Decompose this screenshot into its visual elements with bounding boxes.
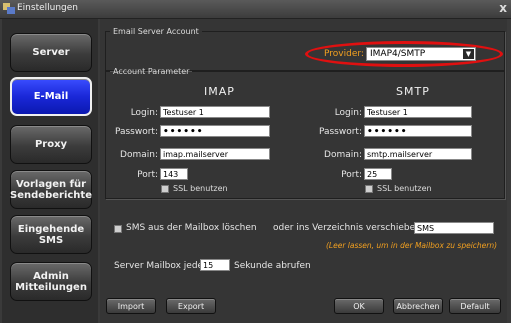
move-folder-label: oder ins Verzeichnis verschieben:: [273, 223, 424, 233]
import-button[interactable]: Import: [106, 298, 156, 314]
imap-heading: IMAP: [204, 85, 235, 98]
imap-port-label: Port:: [137, 170, 158, 180]
smtp-port-input[interactable]: 25: [364, 168, 392, 180]
title-bar: Einstellungen x: [0, 0, 511, 19]
provider-value: IMAP4/SMTP: [370, 49, 426, 59]
window-title: Einstellungen: [17, 3, 79, 13]
poll-interval-input[interactable]: 15: [200, 259, 230, 271]
imap-password-label: Passwort:: [114, 127, 158, 137]
sidebar-item-incoming-sms[interactable]: Eingehende SMS: [10, 215, 92, 254]
provider-select[interactable]: IMAP4/SMTP ▼: [366, 47, 476, 61]
imap-login-input[interactable]: Testuser 1: [160, 106, 270, 118]
imap-domain-input[interactable]: imap.mailserver: [160, 148, 270, 160]
smtp-password-input[interactable]: ••••••: [364, 125, 472, 137]
smtp-ssl-checkbox[interactable]: [365, 185, 373, 193]
sidebar-item-admin-messages[interactable]: Admin Mitteilungen: [10, 262, 92, 301]
sidebar-item-proxy[interactable]: Proxy: [10, 125, 92, 164]
sms-delete-checkbox[interactable]: [114, 225, 122, 233]
app-icon: [3, 3, 15, 14]
poll-prefix-label: Server Mailbox jede: [114, 261, 204, 271]
poll-suffix-label: Sekunde abrufen: [234, 261, 311, 271]
chevron-down-icon[interactable]: ▼: [463, 49, 474, 59]
smtp-ssl-label: SSL benutzen: [377, 184, 432, 193]
smtp-login-input[interactable]: Testuser 1: [364, 106, 472, 118]
email-server-legend: Email Server Account: [113, 27, 199, 36]
smtp-domain-label: Domain:: [324, 150, 362, 160]
sidebar-item-email[interactable]: E-Mail: [10, 77, 92, 116]
default-button[interactable]: Default: [449, 298, 501, 314]
smtp-password-label: Passwort:: [318, 127, 362, 137]
sidebar-item-server[interactable]: Server: [10, 33, 92, 72]
provider-label: Provider:: [324, 49, 364, 59]
close-icon[interactable]: x: [499, 1, 507, 15]
export-button[interactable]: Export: [166, 298, 216, 314]
settings-panel: Email Server Account Provider: IMAP4/SMT…: [100, 19, 507, 323]
sidebar-item-templates[interactable]: Vorlagen für Sendeberichte: [10, 170, 92, 209]
sms-delete-label: SMS aus der Mailbox löschen: [126, 223, 257, 233]
smtp-heading: SMTP: [396, 85, 430, 98]
smtp-login-label: Login:: [334, 108, 362, 118]
ok-button[interactable]: OK: [334, 298, 384, 314]
cancel-button[interactable]: Abbrechen: [393, 298, 443, 314]
smtp-port-label: Port:: [341, 170, 362, 180]
imap-login-label: Login:: [130, 108, 158, 118]
sidebar: Server E-Mail Proxy Vorlagen für Sendebe…: [2, 19, 98, 323]
imap-domain-label: Domain:: [120, 150, 158, 160]
account-parameter-legend: Account Parameter: [113, 67, 190, 76]
imap-ssl-label: SSL benutzen: [173, 184, 228, 193]
smtp-domain-input[interactable]: smtp.mailserver: [364, 148, 472, 160]
imap-ssl-checkbox[interactable]: [161, 185, 169, 193]
move-folder-hint: (Leer lassen, um in der Mailbox zu speic…: [326, 241, 498, 250]
imap-port-input[interactable]: 143: [160, 168, 188, 180]
imap-password-input[interactable]: ••••••: [160, 125, 270, 137]
move-folder-input[interactable]: SMS: [414, 222, 494, 234]
